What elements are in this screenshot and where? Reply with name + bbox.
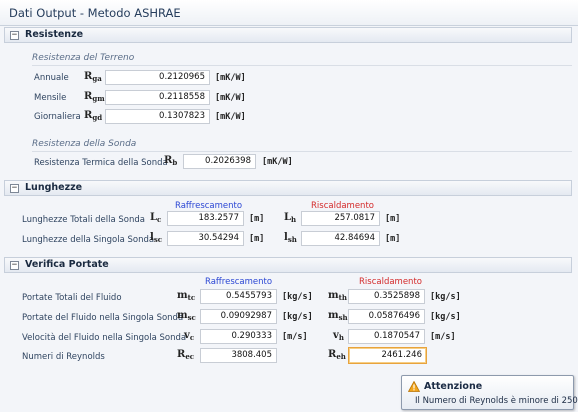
row-label: Giornaliera [34,112,81,122]
unit-label: [mK/W] [215,93,246,103]
collapse-toggle-icon[interactable]: − [10,184,19,193]
row-label: Lunghezze della Singola Sonda [22,235,155,245]
window-title: Dati Output - Metodo ASHRAE [9,6,181,20]
symbol-lsc: lsc [150,232,163,244]
row-label: Portate Totali del Fluido [22,293,122,303]
section-title: Resistenze [25,29,84,40]
value-field-rec[interactable]: 3808.405 [200,348,277,363]
value-field-vh[interactable]: 0.1870547 [348,329,425,344]
symbol-msc: msc [177,310,196,322]
collapse-toggle-icon[interactable]: − [10,31,19,40]
row-label: Mensile [34,93,67,103]
subsection-divider [32,65,572,66]
unit-label: [m] [385,214,401,224]
value-field-lsc[interactable]: 30.54294 [167,231,244,246]
value-field-mtc[interactable]: 0.5455793 [200,289,277,304]
symbol-lsh: lsh [284,232,297,244]
warning-icon [408,381,420,392]
unit-label: [kg/s] [430,292,461,302]
row-label: Lunghezze Totali della Sonda [22,215,145,225]
symbol-vh: vh [333,330,344,342]
symbol-rb: Rb [164,155,178,167]
value-field-mth[interactable]: 0.3525898 [348,289,425,304]
unit-label: [mK/W] [215,73,246,83]
section-lunghezze-header[interactable]: − Lunghezze [4,180,572,196]
value-field-rga[interactable]: 0.2120965 [105,70,210,85]
unit-label: [kg/s] [430,312,461,322]
unit-label: [m/s] [430,332,456,342]
row-label: Velocità del Fluido nella Singola Sonda [22,333,187,343]
row-label: Portate del Fluido nella Singola Sonda [22,313,184,323]
section-title: Lunghezze [25,182,83,193]
column-header-raffrescamento: Raffrescamento [205,277,273,287]
column-header-riscaldamento: Riscaldamento [359,277,422,287]
unit-label: [kg/s] [282,292,313,302]
symbol-rgm: Rgm [84,91,105,103]
subsection-terreno-title: Resistenza del Terreno [32,53,135,63]
unit-label: [kg/s] [282,312,313,322]
value-field-lsh[interactable]: 42.84694 [301,231,380,246]
symbol-rga: Rga [84,71,102,83]
collapse-toggle-icon[interactable]: − [10,261,19,270]
value-field-lc[interactable]: 183.2577 [167,211,244,226]
symbol-lc: Lc [150,212,162,224]
warning-tooltip: Attenzione Il Numero di Reynolds è minor… [401,375,578,410]
value-field-vc[interactable]: 0.290333 [200,329,277,344]
unit-label: [m] [249,234,265,244]
window-titlebar: Dati Output - Metodo ASHRAE [0,0,578,26]
value-field-msh[interactable]: 0.05876496 [348,309,425,324]
section-title: Verifica Portate [25,259,109,270]
unit-label: [m] [385,234,401,244]
symbol-vc: vc [184,330,195,342]
column-header-raffrescamento: Raffrescamento [175,201,243,211]
tooltip-title: Attenzione [424,381,483,392]
symbol-mtc: mtc [177,290,196,302]
section-verifica-portate-header[interactable]: − Verifica Portate [4,257,572,273]
subsection-sonda-title: Resistenza della Sonda [32,139,137,149]
value-field-rgm[interactable]: 0.2118558 [105,90,210,105]
unit-label: [m/s] [282,332,308,342]
unit-label: [mK/W] [262,157,293,167]
tooltip-message: Il Numero di Reynolds è minore di 2500 [415,396,578,406]
value-field-msc[interactable]: 0.09092987 [200,309,277,324]
symbol-rgd: Rgd [84,110,103,122]
value-field-rb[interactable]: 0.2026398 [183,154,256,169]
symbol-reh: Reh [328,349,346,361]
symbol-lh: Lh [284,212,297,224]
row-label: Resistenza Termica della Sonda [34,158,168,168]
unit-label: [mK/W] [215,112,246,122]
value-field-lh[interactable]: 257.0817 [301,211,380,226]
column-header-riscaldamento: Riscaldamento [311,201,374,211]
row-label: Annuale [34,73,69,83]
section-resistenze-header[interactable]: − Resistenze [4,27,572,43]
row-label: Numeri di Reynolds [22,352,105,362]
symbol-rec: Rec [177,349,195,361]
symbol-msh: msh [328,310,348,322]
value-field-rgd[interactable]: 0.1307823 [105,109,210,124]
value-field-reh[interactable]: 2461.246 [348,347,427,364]
subsection-divider [32,151,572,152]
symbol-mth: mth [328,290,347,302]
unit-label: [m] [249,214,265,224]
